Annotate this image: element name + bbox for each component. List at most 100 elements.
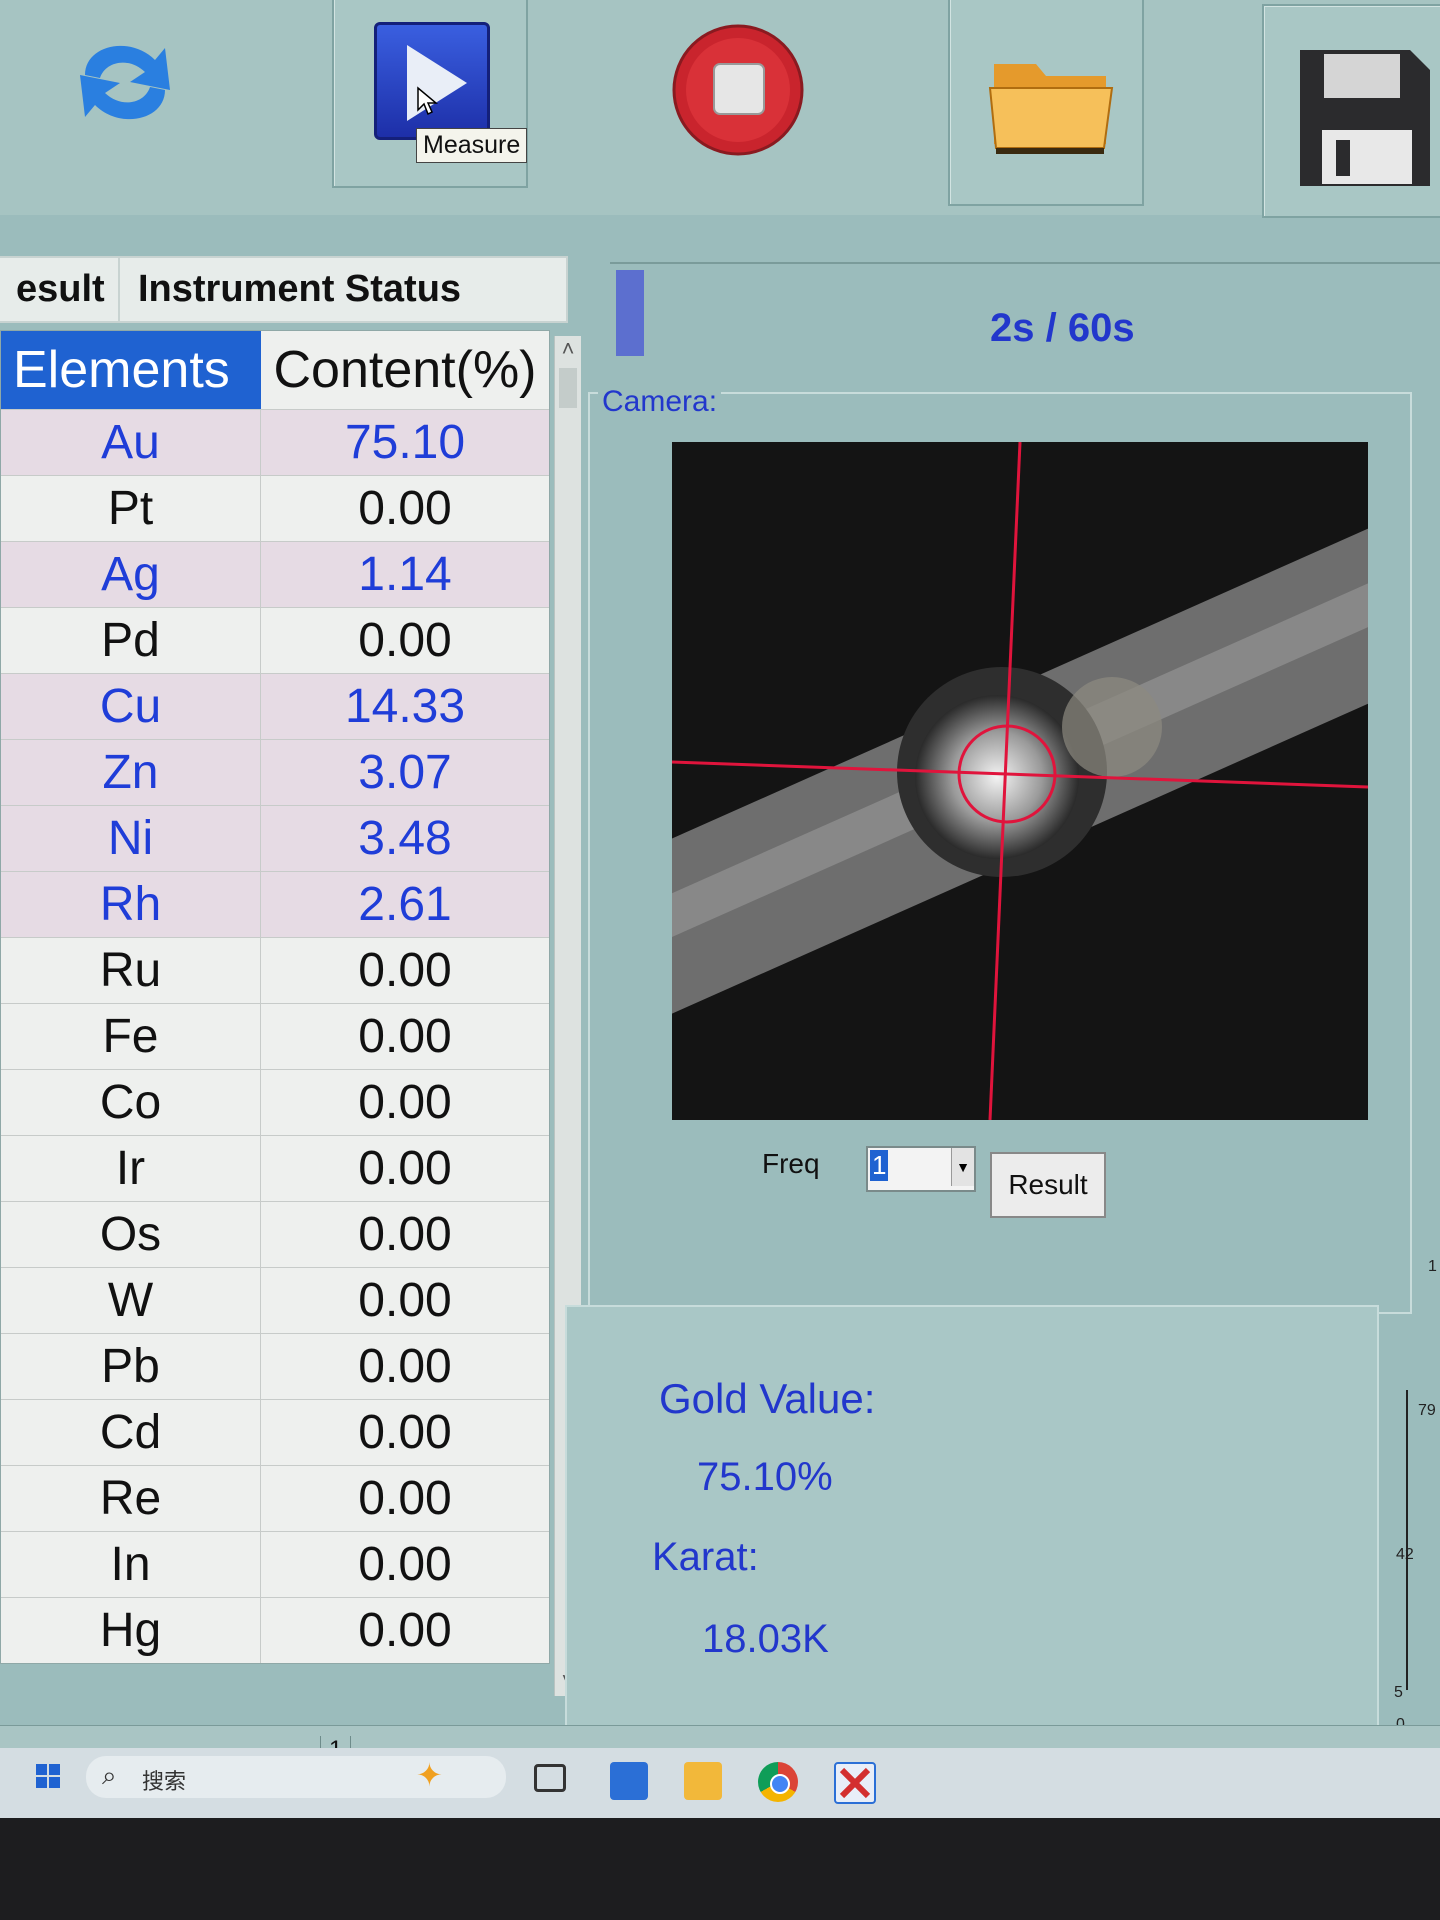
stop-button[interactable] <box>672 20 804 160</box>
measure-tooltip: Measure <box>416 128 528 163</box>
axis-line <box>1406 1390 1408 1690</box>
karat-label: Karat: <box>652 1535 759 1579</box>
open-folder-button[interactable] <box>948 0 1144 206</box>
table-row[interactable]: Rh 2.61 <box>1 871 549 937</box>
folder-icon <box>988 64 1114 154</box>
element-content: 0.00 <box>358 1208 452 1261</box>
stop-icon <box>672 24 804 156</box>
element-symbol: Pd <box>1 608 261 673</box>
table-row[interactable]: Os 0.00 <box>1 1201 549 1267</box>
element-symbol: Zn <box>1 740 261 805</box>
copilot-sparkle-icon: ✦ <box>416 1757 443 1793</box>
table-row[interactable]: Pd 0.00 <box>1 607 549 673</box>
gold-value-label: Gold Value: <box>659 1375 876 1422</box>
content-column-header[interactable]: Content(%) <box>261 331 549 409</box>
table-row[interactable]: W 0.00 <box>1 1267 549 1333</box>
karat-value: 18.03K <box>702 1617 829 1661</box>
file-explorer-icon[interactable] <box>684 1762 722 1800</box>
table-row[interactable]: Co 0.00 <box>1 1069 549 1135</box>
element-symbol: Pt <box>1 476 261 541</box>
element-content: 1.14 <box>358 548 452 601</box>
table-row[interactable]: Ag 1.14 <box>1 541 549 607</box>
camera-label: Camera: <box>598 385 722 419</box>
tab-instrument-status[interactable]: Instrument Status <box>118 256 568 323</box>
table-header: Elements Content(%) <box>1 331 549 409</box>
element-symbol: W <box>1 1268 261 1333</box>
result-button[interactable]: Result <box>990 1152 1106 1218</box>
freq-select-value: 1 <box>870 1150 889 1181</box>
table-row[interactable]: In 0.00 <box>1 1531 549 1597</box>
tab-result[interactable]: esult <box>0 256 125 323</box>
element-content: 0.00 <box>358 1010 452 1063</box>
element-symbol: Co <box>1 1070 261 1135</box>
element-symbol: Au <box>1 410 261 475</box>
xray-app-icon[interactable] <box>834 1762 876 1804</box>
element-symbol: Cu <box>1 674 261 739</box>
element-symbol: Ir <box>1 1136 261 1201</box>
element-content: 0.00 <box>358 1340 452 1393</box>
play-icon <box>374 22 490 140</box>
element-content: 0.00 <box>358 1406 452 1459</box>
table-row[interactable]: Au 75.10 <box>1 409 549 475</box>
chrome-icon[interactable] <box>758 1762 798 1802</box>
table-row[interactable]: Fe 0.00 <box>1 1003 549 1069</box>
table-row[interactable]: Ru 0.00 <box>1 937 549 1003</box>
progress-label: 2s / 60s <box>990 306 1135 350</box>
table-row[interactable]: Cd 0.00 <box>1 1399 549 1465</box>
element-content: 0.00 <box>358 1142 452 1195</box>
measurement-progress: 2s / 60s <box>610 262 1440 364</box>
table-row[interactable]: Hg 0.00 <box>1 1597 549 1663</box>
element-symbol: Ru <box>1 938 261 1003</box>
toolbar: Measure <box>0 0 1440 218</box>
task-view-icon[interactable] <box>534 1764 566 1792</box>
floppy-disk-icon <box>1300 50 1430 186</box>
element-symbol: Ag <box>1 542 261 607</box>
gold-value-panel: Gold Value: 75.10% Karat: 18.03K <box>565 1305 1379 1764</box>
element-symbol: Fe <box>1 1004 261 1069</box>
table-body: Au 75.10 Pt 0.00 Ag 1.14 Pd 0.00 Cu 14.33 Zn 3.07 Ni… <box>1 409 549 1663</box>
element-content: 0.00 <box>358 482 452 535</box>
element-symbol: Hg <box>1 1598 261 1663</box>
taskbar-search[interactable]: ⌕ 搜索 ✦ <box>86 1756 506 1798</box>
axis-tick-1: 1 <box>1428 1258 1437 1275</box>
element-content: 0.00 <box>358 1538 452 1591</box>
table-row[interactable]: Pb 0.00 <box>1 1333 549 1399</box>
axis-tick-79: 79 <box>1418 1402 1436 1419</box>
table-row[interactable]: Ni 3.48 <box>1 805 549 871</box>
element-symbol: Pb <box>1 1334 261 1399</box>
freq-select[interactable]: 1 ▼ <box>866 1146 976 1192</box>
table-row[interactable]: Cu 14.33 <box>1 673 549 739</box>
element-content: 0.00 <box>358 944 452 997</box>
table-row[interactable]: Zn 3.07 <box>1 739 549 805</box>
mouse-cursor-icon <box>416 86 439 121</box>
search-icon: ⌕ <box>102 1760 117 1790</box>
elements-column-header[interactable]: Elements <box>1 331 261 409</box>
chevron-down-icon[interactable]: ▼ <box>951 1148 974 1186</box>
calculator-icon[interactable] <box>610 1762 648 1800</box>
table-row[interactable]: Re 0.00 <box>1 1465 549 1531</box>
progress-fill <box>616 270 644 356</box>
side-chart: 1 79 42 5 <box>1392 1250 1440 1710</box>
element-symbol: Cd <box>1 1400 261 1465</box>
element-symbol: Rh <box>1 872 261 937</box>
element-content: 0.00 <box>358 614 452 667</box>
element-symbol: Ni <box>1 806 261 871</box>
element-symbol: Re <box>1 1466 261 1531</box>
windows-start-icon[interactable] <box>36 1764 60 1788</box>
element-content: 3.07 <box>358 746 452 799</box>
gold-value: 75.10% <box>697 1455 833 1499</box>
table-row[interactable]: Pt 0.00 <box>1 475 549 541</box>
freq-label: Freq <box>762 1148 820 1179</box>
element-content: 0.00 <box>358 1472 452 1525</box>
elements-table: Elements Content(%) Au 75.10 Pt 0.00 Ag 1.14 P… <box>0 330 550 1664</box>
refresh-button[interactable] <box>60 20 190 140</box>
table-row[interactable]: Ir 0.00 <box>1 1135 549 1201</box>
scroll-up-icon[interactable]: ˄ <box>555 336 581 362</box>
scroll-thumb[interactable] <box>559 368 577 408</box>
axis-tick-42: 42 <box>1396 1546 1414 1563</box>
element-content: 0.00 <box>358 1076 452 1129</box>
measure-button[interactable]: Measure <box>332 0 528 188</box>
save-button[interactable] <box>1262 4 1440 218</box>
element-symbol: In <box>1 1532 261 1597</box>
search-label: 搜索 <box>142 1769 187 1794</box>
